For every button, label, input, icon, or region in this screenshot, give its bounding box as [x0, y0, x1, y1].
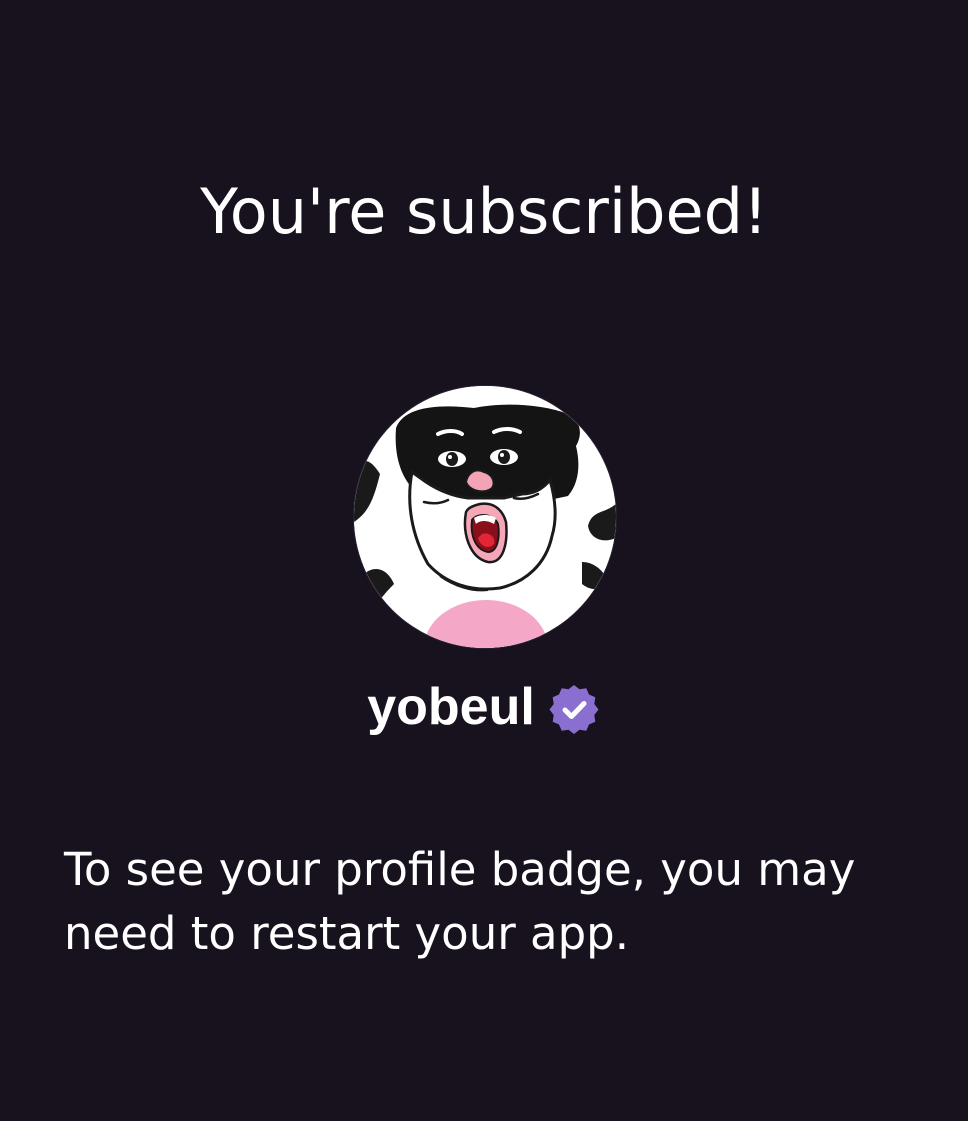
restart-app-message: To see your profile badge, you may need …: [64, 843, 856, 960]
verified-badge-icon: [547, 682, 601, 736]
cartoon-face-avatar-icon: [354, 386, 616, 648]
profile-name-row: yobeul: [0, 674, 968, 740]
username: yobeul: [367, 678, 535, 736]
avatar: [354, 386, 616, 648]
page-title: You're subscribed!: [200, 175, 768, 248]
